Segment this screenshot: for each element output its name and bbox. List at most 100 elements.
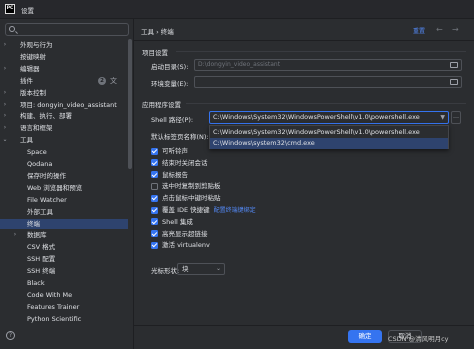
sidebar-item[interactable]: Space — [0, 147, 128, 158]
sidebar-item-label: 工具 — [20, 136, 33, 145]
sidebar-item-label: 外部工具 — [27, 207, 53, 216]
sidebar-item-label: 终端 — [27, 219, 40, 228]
folder-icon[interactable] — [450, 62, 458, 68]
checkbox-label: 鼠标报告 — [162, 170, 188, 180]
sidebar-item[interactable]: › 语言和框架 — [0, 123, 128, 134]
checkbox-label-text: Shell 集成 — [162, 217, 193, 226]
checkbox-label: 可听铃声 — [162, 146, 188, 156]
update-count-badge: 2 — [98, 77, 106, 86]
sidebar-item-label: Qodana — [27, 160, 53, 168]
dropdown-option-cmd[interactable]: C:\Windows\system32\cmd.exe — [210, 138, 448, 149]
translate-icon: 文 — [110, 76, 117, 85]
sidebar-item-label: Space — [27, 148, 47, 157]
sidebar-item[interactable]: › 外观与行为 — [0, 40, 128, 51]
sidebar-item-label: SSH 配置 — [27, 255, 56, 264]
sidebar-item[interactable]: Black — [0, 278, 128, 289]
sidebar-item[interactable]: 按键映射 — [0, 52, 128, 63]
sidebar-item[interactable]: File Watcher — [0, 195, 128, 206]
sidebar-item-label: Web 浏览器和预览 — [27, 183, 83, 192]
shell-path-value: C:\Windows\System32\WindowsPowerShell\v1… — [213, 113, 420, 121]
sidebar-item[interactable]: › 数据库 — [0, 230, 128, 241]
sidebar-item-label: Python Scientific — [27, 314, 82, 323]
sidebar-item-label: SSH 终端 — [27, 267, 56, 276]
sidebar-item-label: 外观与行为 — [20, 41, 53, 49]
settings-search-input[interactable] — [5, 23, 129, 36]
env-vars-field[interactable] — [194, 76, 462, 88]
sidebar-item[interactable]: › 编辑器 — [0, 64, 128, 75]
sidebar-item[interactable]: ⌄ 工具 — [0, 135, 128, 146]
ok-button[interactable]: 确定 — [348, 330, 382, 343]
cursor-shape-select[interactable]: 块 ⌄ — [177, 263, 225, 275]
sidebar-item[interactable]: › 构建、执行、部署 — [0, 111, 128, 122]
sidebar-item[interactable]: 保存时的操作 — [0, 171, 128, 182]
chevron-right-icon[interactable]: › — [2, 111, 8, 122]
forward-arrow-icon[interactable]: → — [452, 25, 459, 34]
start-dir-field[interactable]: D:\dongyin_video_assistant — [194, 59, 462, 71]
breadcrumb: 工具 › 终端 — [141, 28, 174, 36]
chevron-right-icon[interactable]: › — [2, 100, 8, 111]
checkbox-label: 激活 virtualenv — [162, 240, 210, 250]
checkbox-label-text: 鼠标报告 — [162, 170, 188, 179]
chevron-right-icon[interactable]: › — [2, 40, 8, 51]
window-title: 设置 — [21, 7, 34, 15]
sidebar-item-label: 按键映射 — [20, 52, 46, 61]
checkbox-label: Shell 集成 — [162, 217, 193, 227]
sidebar-item[interactable]: 终端 — [0, 218, 128, 229]
sidebar-item[interactable]: Python Scientific — [0, 314, 128, 325]
checkbox-checked-icon[interactable] — [151, 230, 158, 238]
chevron-right-icon[interactable]: › — [2, 88, 8, 99]
shell-path-combobox[interactable]: C:\Windows\System32\WindowsPowerShell\v1… — [209, 111, 449, 124]
chevron-down-icon[interactable]: ⌄ — [2, 135, 8, 146]
sidebar-item[interactable]: › 项目: dongyin_video_assistant — [0, 100, 128, 111]
sidebar-item[interactable]: Code With Me — [0, 290, 128, 301]
sidebar-item[interactable]: Qodana — [0, 159, 128, 170]
chevron-right-icon[interactable]: › — [12, 230, 18, 241]
chevron-right-icon[interactable]: › — [2, 123, 8, 134]
settings-sidebar: › 外观与行为按键映射 › 编辑器 插件 2 文 › 版本控制 › 项目: dongyin_vide… — [0, 19, 134, 349]
section-separator — [186, 103, 466, 104]
search-icon — [9, 26, 15, 32]
sidebar-item[interactable]: CSV 格式 — [0, 242, 128, 253]
env-vars-label: 环境变量(E): — [151, 80, 189, 88]
sidebar-item-label: File Watcher — [27, 195, 67, 204]
configure-keybindings-link[interactable]: 配置终端键绑定 — [214, 207, 256, 214]
sidebar-item[interactable]: SSH 配置 — [0, 254, 128, 265]
edit-env-icon[interactable] — [450, 79, 458, 85]
sidebar-item-label: 数据库 — [27, 231, 47, 240]
checkbox-label-text: 结束时关闭会话 — [162, 158, 208, 167]
checkbox-checked-icon[interactable] — [151, 241, 158, 249]
back-arrow-icon[interactable]: ← — [436, 25, 443, 34]
app-logo-icon: PC — [5, 4, 15, 14]
checkbox-label-text: 激活 virtualenv — [162, 241, 210, 250]
checkbox-checked-icon[interactable] — [151, 206, 158, 214]
cursor-shape-value: 块 — [182, 265, 189, 273]
start-dir-value: D:\dongyin_video_assistant — [198, 61, 281, 68]
more-button[interactable]: … — [451, 111, 461, 124]
shell-path-label: Shell 路径(P): — [151, 116, 194, 124]
checkbox-checked-icon[interactable] — [151, 171, 158, 179]
reset-link[interactable]: 重置 — [413, 26, 425, 35]
checkbox-checked-icon[interactable] — [151, 159, 158, 167]
checkbox-checked-icon[interactable] — [151, 147, 158, 155]
checkbox-unchecked-icon[interactable] — [151, 182, 158, 190]
cursor-shape-label: 光标形状: — [151, 267, 180, 275]
chevron-right-icon[interactable]: › — [2, 64, 8, 75]
checkbox-checked-icon[interactable] — [151, 194, 158, 202]
sidebar-item-label: Black — [27, 279, 45, 287]
sidebar-item[interactable]: 外部工具 — [0, 207, 128, 218]
dropdown-option-powershell[interactable]: C:\Windows\System32\WindowsPowerShell\v1… — [210, 127, 448, 138]
help-icon[interactable]: ? — [6, 331, 15, 340]
sidebar-item[interactable]: Web 浏览器和预览 — [0, 183, 128, 194]
sidebar-item[interactable]: SSH 终端 — [0, 266, 128, 277]
header-divider — [134, 40, 474, 41]
project-settings-title: 项目设置 — [142, 49, 168, 57]
checkbox-label: 点击鼠标中键时粘贴 — [162, 193, 221, 203]
sidebar-item-label: 插件 — [20, 76, 33, 85]
sidebar-item[interactable]: › 版本控制 — [0, 88, 128, 99]
checkbox-label: 结束时关闭会话 — [162, 158, 208, 168]
checkbox-label-text: 高亮显示超链接 — [162, 229, 208, 238]
sidebar-item[interactable]: 插件 2 文 — [0, 76, 128, 87]
sidebar-item[interactable]: Features Trainer — [0, 302, 128, 313]
checkbox-checked-icon[interactable] — [151, 218, 158, 226]
sidebar-scrollbar[interactable] — [128, 39, 132, 169]
